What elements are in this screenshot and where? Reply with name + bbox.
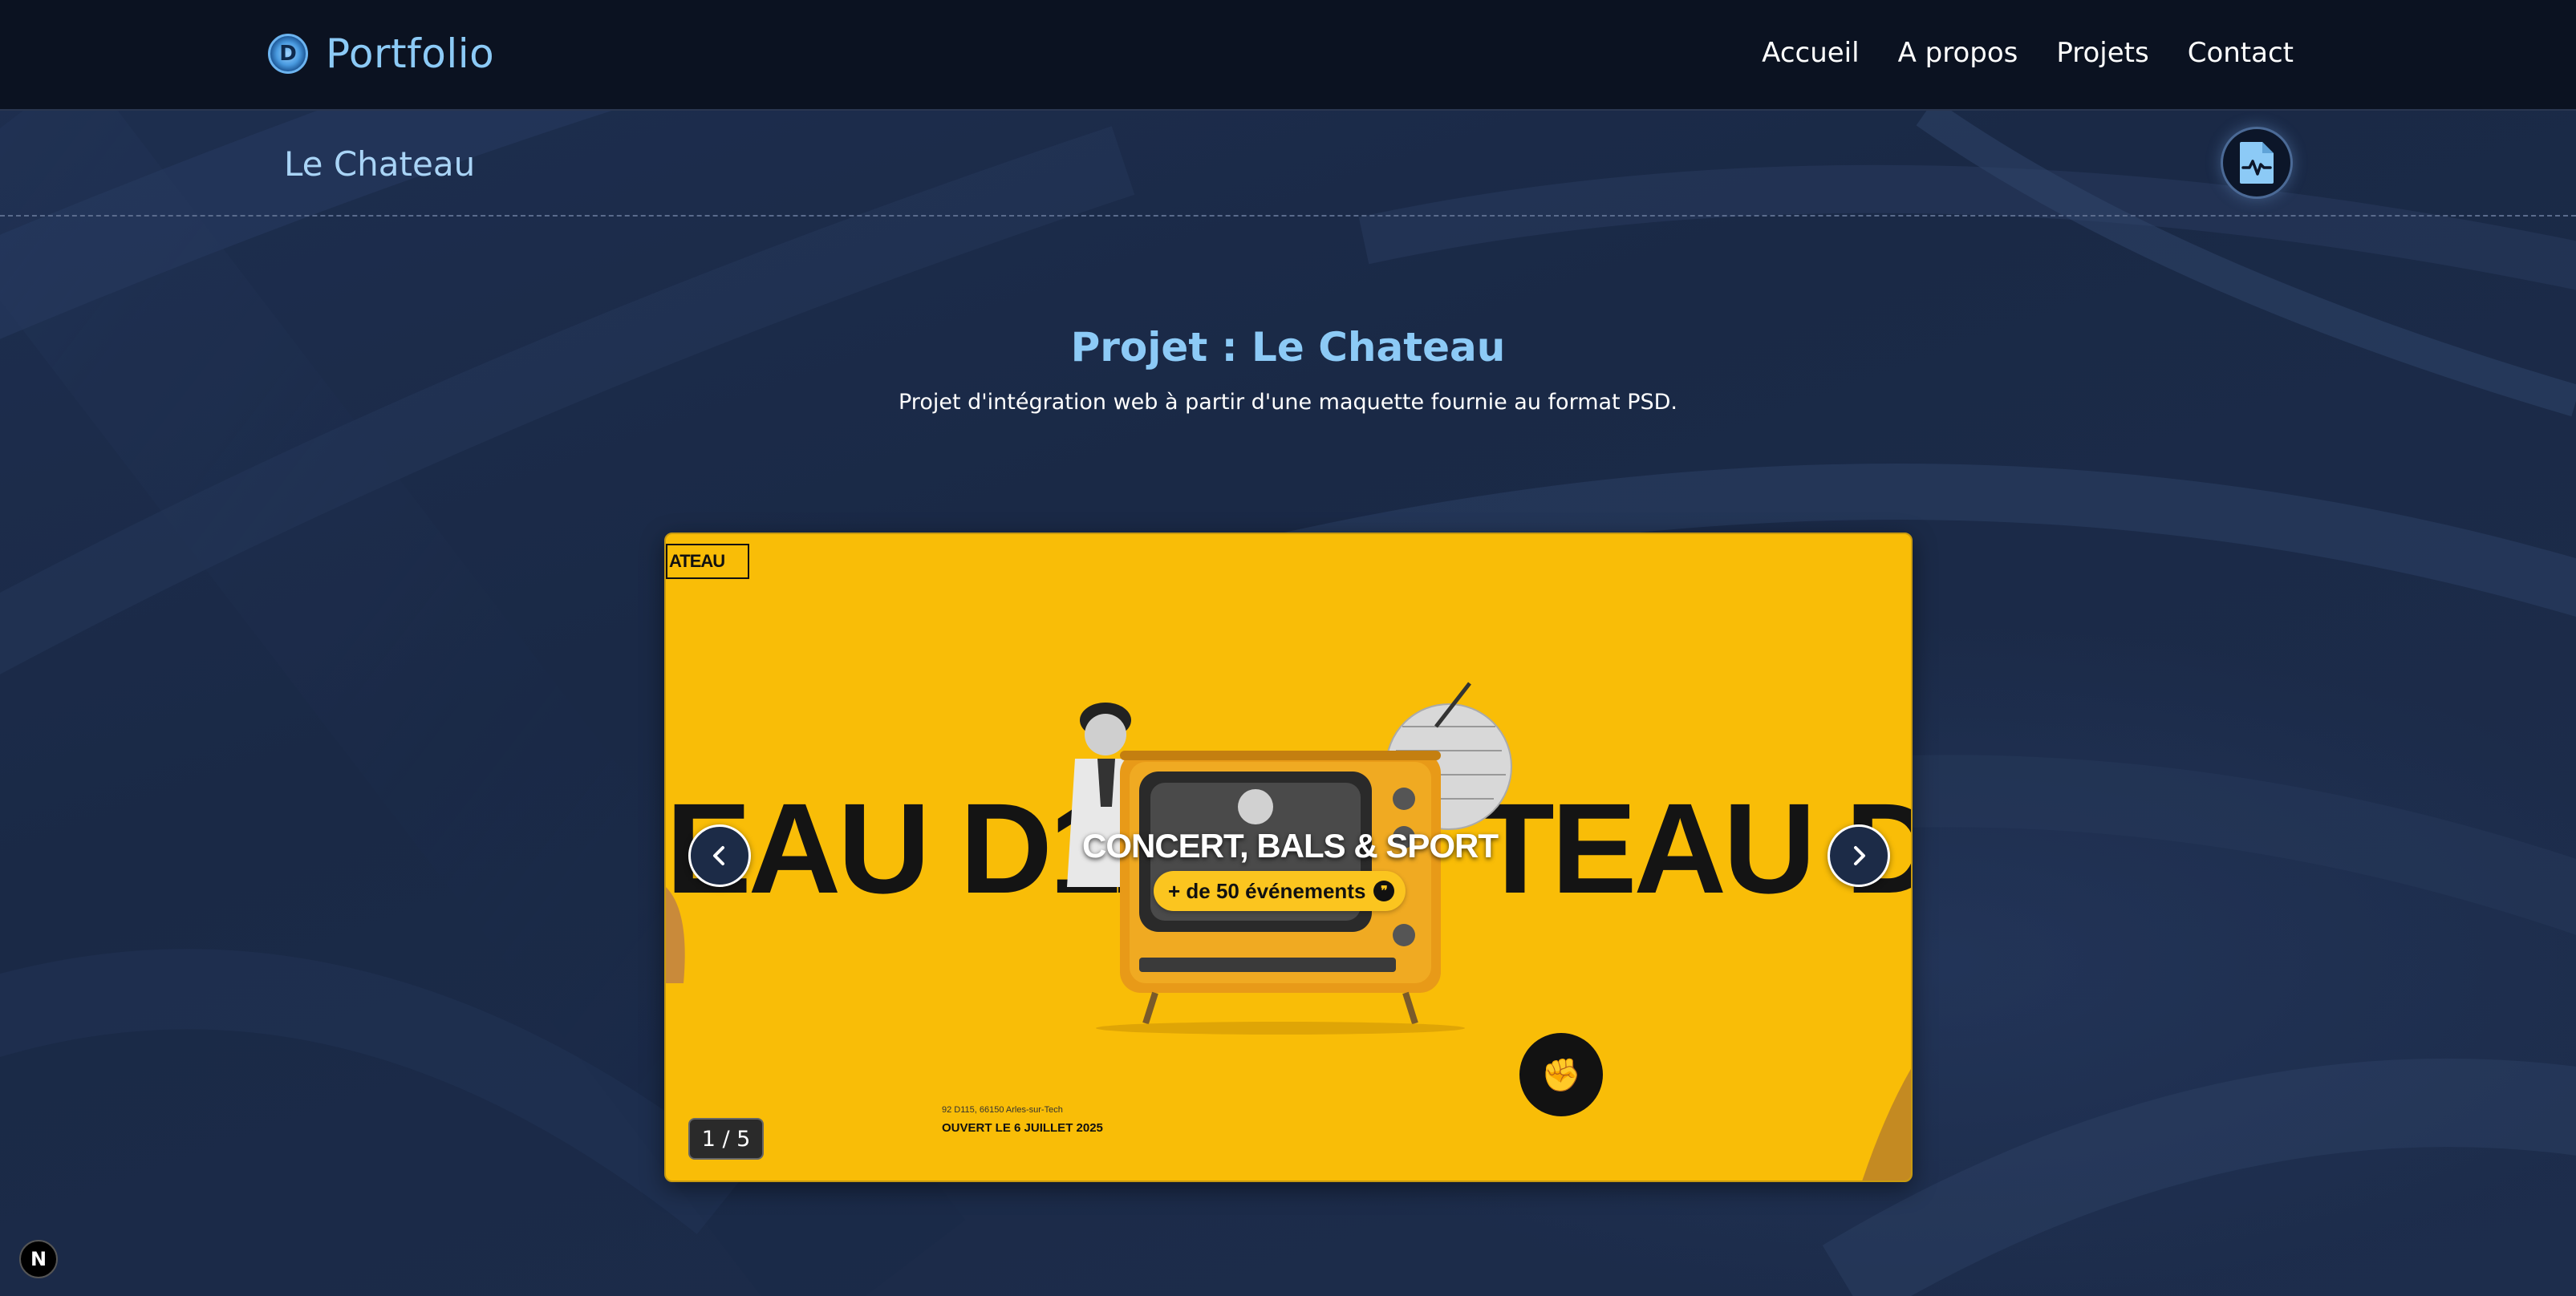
- slide-image: ATEAU EAU D115 TEAU D115: [666, 534, 1911, 1181]
- next-dev-badge[interactable]: N: [19, 1240, 58, 1278]
- nav-contact[interactable]: Contact: [2188, 37, 2294, 69]
- slide-address: 92 D115, 66150 Arles-sur-Tech: [942, 1105, 1063, 1115]
- quote-icon: ❞: [1373, 881, 1395, 901]
- chevron-left-icon: [713, 846, 724, 865]
- slide-headline: CONCERT, BALS & SPORT: [1081, 827, 1499, 865]
- project-description: Projet d'intégration web à partir d'une …: [899, 390, 1677, 415]
- image-carousel[interactable]: ATEAU EAU D115 TEAU D115: [664, 533, 1913, 1182]
- nav-accueil[interactable]: Accueil: [1762, 37, 1859, 69]
- slide-events-text: + de 50 événements: [1168, 878, 1366, 903]
- chevron-right-icon: [1854, 846, 1865, 865]
- document-button[interactable]: [2221, 127, 2293, 199]
- slide-opening-date: OUVERT LE 6 JUILLET 2025: [942, 1121, 1103, 1135]
- document-pulse-icon: [2240, 142, 2274, 184]
- slide-counter: 1 / 5: [688, 1118, 764, 1160]
- subheader-title: Le Chateau: [284, 144, 476, 184]
- carousel-next-button[interactable]: [1828, 824, 1890, 887]
- logo-icon: D: [268, 34, 308, 74]
- nav-a-propos[interactable]: A propos: [1898, 37, 2018, 69]
- carousel-prev-button[interactable]: [688, 824, 751, 887]
- top-navbar: D Portfolio Accueil A propos Projets Con…: [0, 0, 2576, 111]
- project-title: Projet : Le Chateau: [1070, 324, 1506, 371]
- ticket-stamp-icon: ✊: [1519, 1033, 1603, 1116]
- main-nav: Accueil A propos Projets Contact: [1762, 37, 2294, 69]
- slide-events-pill: + de 50 événements ❞: [1154, 871, 1406, 911]
- project-subheader: Le Chateau: [0, 112, 2576, 217]
- logo-text: Portfolio: [326, 30, 495, 77]
- nav-projets[interactable]: Projets: [2056, 37, 2148, 69]
- logo[interactable]: D Portfolio: [268, 30, 494, 77]
